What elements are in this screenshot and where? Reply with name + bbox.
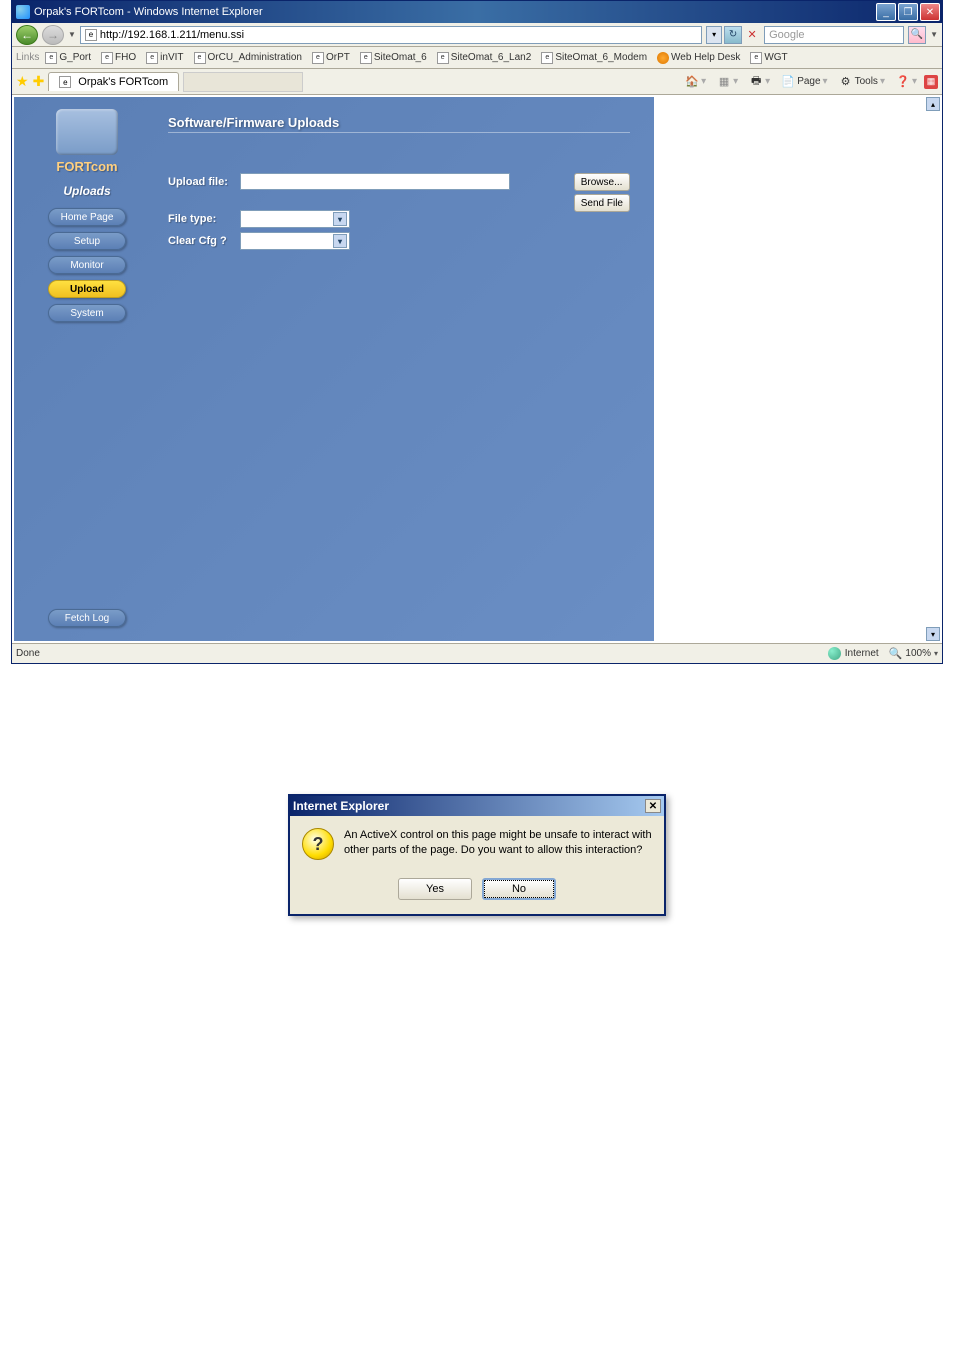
send-file-button[interactable]: Send File [574,194,630,212]
panel-title: Software/Firmware Uploads [168,115,630,133]
link-item[interactable]: eSiteOmat_6_Modem [537,50,651,66]
security-zone: Internet [828,647,879,660]
link-item[interactable]: eSiteOmat_6 [356,50,431,66]
feed-button[interactable]: ▦▾ [713,73,742,91]
search-placeholder: Google [769,29,804,41]
status-bar: Done Internet 🔍 100% ▾ [12,643,942,663]
nav-setup[interactable]: Setup [48,232,126,250]
tab-bar: ★ ✚ e Orpak's FORTcom 🏠▾ ▦▾ 🖶▾ 📄Page▾ ⚙T… [12,69,942,95]
internet-zone-icon [828,647,841,660]
link-item[interactable]: eFHO [97,50,140,66]
dialog-title: Internet Explorer [293,799,389,813]
dialog-message: An ActiveX control on this page might be… [344,828,652,858]
file-type-select[interactable]: Application ▾ [240,210,350,228]
window-title: Orpak's FORTcom - Windows Internet Explo… [34,6,263,18]
page-content: FORTcom Uploads Home Page Setup Monitor … [12,95,942,643]
search-dropdown[interactable]: ▼ [930,30,938,39]
dialog-title-bar: Internet Explorer ✕ [290,796,664,816]
zoom-control[interactable]: 🔍 100% ▾ [889,647,938,660]
help-menu[interactable]: ❓▾ [892,73,921,91]
title-bar: Orpak's FORTcom - Windows Internet Explo… [12,1,942,23]
content-whitespace [656,95,942,643]
main-panel: Software/Firmware Uploads Upload file: F… [152,105,646,633]
page-menu[interactable]: 📄Page▾ [777,73,831,91]
new-tab-button[interactable] [183,72,303,92]
link-item[interactable]: einVIT [142,50,187,66]
add-favorites-icon[interactable]: ✚ [33,73,45,90]
tab-page-icon: e [59,76,71,88]
yes-button[interactable]: Yes [398,878,472,900]
nav-upload[interactable]: Upload [48,280,126,298]
link-item[interactable]: eG_Port [41,50,95,66]
chevron-down-icon: ▾ [333,212,347,226]
close-button[interactable]: ✕ [920,3,940,21]
tools-menu[interactable]: ⚙Tools▾ [835,73,889,91]
link-item[interactable]: eSiteOmat_6_Lan2 [433,50,536,66]
nav-monitor[interactable]: Monitor [48,256,126,274]
clear-cfg-label: Clear Cfg ? [168,235,240,247]
browse-button[interactable]: Browse... [574,173,630,191]
no-button[interactable]: No [482,878,556,900]
upload-file-label: Upload file: [168,176,240,188]
tab-active[interactable]: e Orpak's FORTcom [48,72,179,91]
scroll-down-button[interactable]: ▾ [926,627,940,641]
forward-button[interactable]: → [42,25,64,45]
nav-history-dropdown[interactable]: ▼ [68,30,76,39]
search-button[interactable]: 🔍 [908,26,926,44]
help-square-icon[interactable]: ▦ [924,75,938,89]
chevron-down-icon: ▾ [333,234,347,248]
home-button[interactable]: 🏠▾ [681,73,710,91]
sidebar: FORTcom Uploads Home Page Setup Monitor … [22,105,152,633]
status-text: Done [16,648,40,659]
section-header: Uploads [63,184,110,198]
dialog-close-button[interactable]: ✕ [645,799,661,813]
back-button[interactable]: ← [16,25,38,45]
links-label: Links [16,52,39,63]
app-body: FORTcom Uploads Home Page Setup Monitor … [14,97,654,641]
brand-label: FORTcom [56,159,117,174]
file-type-label: File type: [168,213,240,225]
file-type-value: Application [243,213,303,225]
address-bar: ← → ▼ e http://192.168.1.211/menu.ssi ▾ … [12,23,942,47]
ie-icon [16,5,30,19]
logo-icon [56,109,118,155]
link-item[interactable]: eOrCU_Administration [190,50,306,66]
url-text: http://192.168.1.211/menu.ssi [100,29,244,41]
nav-home[interactable]: Home Page [48,208,126,226]
clear-cfg-select[interactable]: No ▾ [240,232,350,250]
warning-icon: ? [302,828,334,860]
search-input[interactable]: Google [764,26,904,44]
address-input[interactable]: e http://192.168.1.211/menu.ssi [80,26,702,44]
tab-label: Orpak's FORTcom [78,76,168,88]
activex-dialog: Internet Explorer ✕ ? An ActiveX control… [288,794,666,916]
maximize-button[interactable]: ❐ [898,3,918,21]
nav-fetchlog[interactable]: Fetch Log [48,609,126,627]
print-button[interactable]: 🖶▾ [745,73,774,91]
links-bar: Links eG_Port eFHO einVIT eOrCU_Administ… [12,47,942,69]
address-dropdown[interactable]: ▾ [706,26,722,44]
refresh-button[interactable]: ↻ [724,26,742,44]
link-item[interactable]: eWGT [746,50,791,66]
scroll-up-button[interactable]: ▴ [926,97,940,111]
clear-cfg-value: No [243,235,258,247]
browser-window: Orpak's FORTcom - Windows Internet Explo… [11,0,943,664]
favorites-star-icon[interactable]: ★ [16,73,29,90]
minimize-button[interactable]: _ [876,3,896,21]
link-item[interactable]: eOrPT [308,50,354,66]
upload-file-input[interactable] [240,173,510,190]
stop-button[interactable]: ✕ [744,26,760,44]
page-icon: e [85,29,97,41]
nav-system[interactable]: System [48,304,126,322]
link-item[interactable]: Web Help Desk [653,50,744,66]
